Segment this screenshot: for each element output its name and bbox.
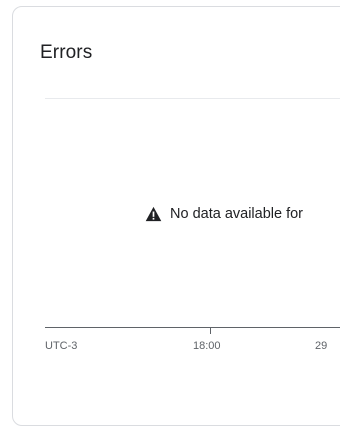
warning-icon	[145, 206, 162, 222]
x-axis-line	[45, 327, 340, 328]
card-title: Errors	[40, 42, 93, 63]
x-axis-tick	[210, 328, 211, 334]
empty-state: No data available for	[145, 204, 303, 224]
header-divider	[45, 98, 340, 99]
x-tick-label: 29	[315, 340, 328, 352]
timezone-label: UTC-3	[45, 340, 78, 352]
x-tick-label: 18:00	[193, 340, 221, 352]
empty-message: No data available for	[170, 206, 303, 222]
